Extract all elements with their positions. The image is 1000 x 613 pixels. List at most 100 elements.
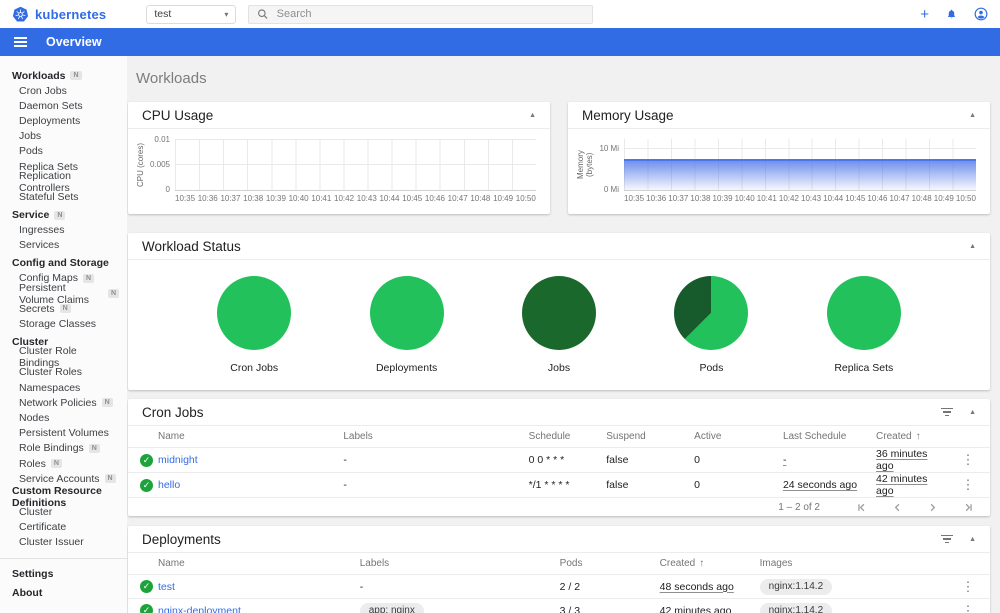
next-page-button[interactable] <box>926 501 939 514</box>
sidebar-item-services[interactable]: Services <box>0 238 127 253</box>
deployment-name-link[interactable]: test <box>158 581 175 593</box>
row-actions-button[interactable]: ⋮ <box>962 478 975 491</box>
sidebar-item-role-bindings[interactable]: Role Bindings N <box>0 441 127 456</box>
sidebar-item-persistent-volume-claims[interactable]: Persistent Volume Claims N <box>0 282 127 306</box>
collapse-deployments-button[interactable]: ▲ <box>969 536 976 543</box>
sidebar-item-roles[interactable]: Roles N <box>0 456 127 471</box>
sidebar-item-namespaces[interactable]: Namespaces <box>0 380 127 395</box>
x-tick-label: 10:38 <box>690 194 711 203</box>
sidebar-item-storage-classes[interactable]: Storage Classes <box>0 316 127 331</box>
sidebar-item-ingresses[interactable]: Ingresses <box>0 223 127 238</box>
sidebar-item-daemon-sets[interactable]: Daemon Sets <box>0 98 127 113</box>
notifications-button[interactable] <box>945 8 958 21</box>
x-tick-label: 10:41 <box>756 194 777 203</box>
sidebar-item-secrets[interactable]: Secrets N <box>0 301 127 316</box>
x-tick-label: 10:35 <box>624 194 645 203</box>
sidebar-item-about[interactable]: About <box>0 584 127 603</box>
column-header-pods[interactable]: Pods <box>560 553 660 575</box>
x-tick-label: 10:50 <box>515 194 536 203</box>
workload-status-header: Workload Status ▲ <box>128 233 990 260</box>
cell-suspend: false <box>606 454 629 466</box>
column-header-last-schedule[interactable]: Last Schedule <box>783 426 876 448</box>
namespaced-badge: N <box>101 398 113 408</box>
sidebar-item-label: Storage Classes <box>19 318 97 331</box>
menu-toggle-button[interactable] <box>10 32 36 52</box>
top-actions: + <box>920 7 988 22</box>
column-header-active[interactable]: Active <box>694 426 783 448</box>
sidebar-item-label: Service Accounts <box>19 472 100 485</box>
first-page-button[interactable] <box>856 501 869 514</box>
x-tick-label: 10:37 <box>220 194 241 203</box>
row-actions-button[interactable]: ⋮ <box>962 604 975 613</box>
last-page-icon <box>965 503 972 511</box>
app-bar: Overview <box>0 28 1000 56</box>
cell-active: 0 <box>694 479 700 491</box>
namespace-select[interactable]: test ▾ <box>146 4 237 24</box>
sidebar-item-cron-jobs[interactable]: Cron Jobs <box>0 83 127 98</box>
y-axis-ticks: 0.01 0.005 0 <box>145 135 175 194</box>
last-page-button[interactable] <box>961 501 974 514</box>
sidebar-item-persistent-volumes[interactable]: Persistent Volumes <box>0 426 127 441</box>
y-axis-label: CPU (cores) <box>136 143 145 188</box>
sidebar-item-label: Network Policies <box>19 396 97 409</box>
x-tick-label: 10:47 <box>447 194 468 203</box>
column-header-label: Created <box>659 558 696 569</box>
kubernetes-logo[interactable]: kubernetes <box>12 6 106 23</box>
column-header-labels[interactable]: Labels <box>360 553 560 575</box>
collapse-cpu-card-button[interactable]: ▲ <box>529 112 536 119</box>
sidebar-item-label: Persistent Volumes <box>19 427 109 440</box>
sidebar-item-settings[interactable]: Settings <box>0 565 127 584</box>
column-header-created[interactable]: Created ↑ <box>876 426 954 448</box>
search-icon <box>258 9 268 19</box>
column-header-schedule[interactable]: Schedule <box>529 426 607 448</box>
column-header-images[interactable]: Images <box>760 553 954 575</box>
sidebar-item-cluster-role-bindings[interactable]: Cluster Role Bindings <box>0 345 127 369</box>
column-header-label: Created <box>876 431 912 442</box>
row-actions-button[interactable]: ⋮ <box>962 580 975 593</box>
cronjob-name-link[interactable]: hello <box>158 479 180 491</box>
memory-plot-area <box>624 139 976 191</box>
cpu-usage-card: CPU Usage ▲ CPU (cores) 0.01 0.005 0 10:… <box>128 102 550 214</box>
column-header-created[interactable]: Created ↑ <box>660 553 760 575</box>
column-header-labels[interactable]: Labels <box>343 426 528 448</box>
sidebar-group-workloads[interactable]: Workloads N <box>0 68 127 83</box>
search-input[interactable] <box>276 8 585 20</box>
sidebar-item-deployments[interactable]: Deployments <box>0 113 127 128</box>
sidebar-divider <box>0 557 127 559</box>
sidebar-item-label: Secrets <box>19 302 55 315</box>
sidebar-group-config-and-storage[interactable]: Config and Storage <box>0 256 127 271</box>
column-header-name[interactable]: Name <box>158 426 343 448</box>
card-title: Workload Status <box>142 238 241 254</box>
collapse-workload-status-button[interactable]: ▲ <box>969 243 976 250</box>
x-tick-label: 10:49 <box>933 194 954 203</box>
collapse-cron-jobs-button[interactable]: ▲ <box>969 409 976 416</box>
user-menu-button[interactable] <box>974 7 988 21</box>
sidebar-group-service[interactable]: Service N <box>0 208 127 223</box>
cronjob-name-link[interactable]: midnight <box>158 454 198 466</box>
x-tick-label: 10:49 <box>493 194 514 203</box>
collapse-memory-card-button[interactable]: ▲ <box>969 112 976 119</box>
previous-page-button[interactable] <box>891 501 904 514</box>
column-header-suspend[interactable]: Suspend <box>606 426 694 448</box>
sidebar-item-replication-controllers[interactable]: Replication Controllers <box>0 170 127 194</box>
column-header-name[interactable]: Name <box>158 553 360 575</box>
sidebar-item-certificate[interactable]: Certificate <box>0 520 127 535</box>
x-tick-label: 10:35 <box>175 194 196 203</box>
filter-button[interactable] <box>939 531 955 548</box>
sidebar-item-cluster-issuer[interactable]: Cluster Issuer <box>0 535 127 550</box>
sidebar-group-custom-resource-definitions[interactable]: Custom Resource Definitions <box>0 485 127 509</box>
namespaced-badge: N <box>104 474 116 484</box>
sidebar-item-jobs[interactable]: Jobs <box>0 129 127 144</box>
deployment-name-link[interactable]: nginx-deployment <box>158 605 241 613</box>
memory-usage-card: Memory Usage ▲ Memory (bytes) 10 Mi 0 Mi… <box>568 102 990 214</box>
charts-row: CPU Usage ▲ CPU (cores) 0.01 0.005 0 10:… <box>128 102 990 214</box>
status-column-header <box>128 553 158 575</box>
x-tick-label: 10:36 <box>646 194 667 203</box>
row-actions-button[interactable]: ⋮ <box>962 453 975 466</box>
sidebar-item-pods[interactable]: Pods <box>0 144 127 159</box>
card-title: Memory Usage <box>582 107 674 123</box>
sidebar-item-network-policies[interactable]: Network Policies N <box>0 395 127 410</box>
sidebar-item-nodes[interactable]: Nodes <box>0 410 127 425</box>
create-resource-button[interactable]: + <box>920 7 929 22</box>
filter-button[interactable] <box>939 404 955 421</box>
